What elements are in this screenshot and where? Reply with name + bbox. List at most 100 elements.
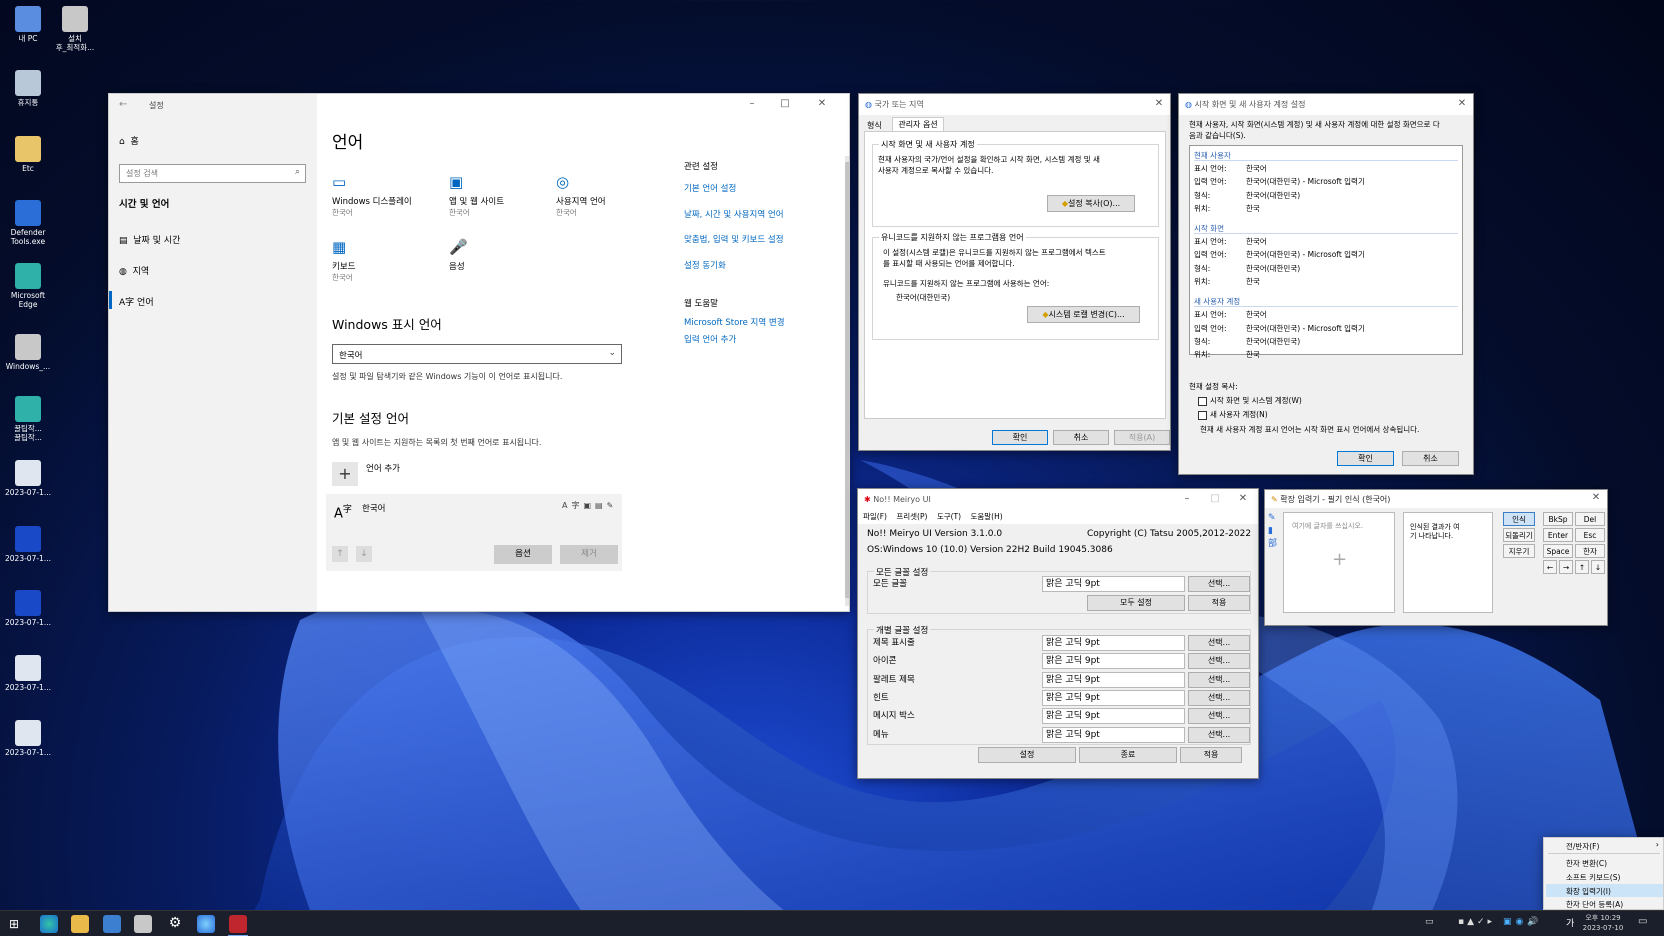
tile-keyboard[interactable]: ▦ 키보드 한국어 xyxy=(332,238,437,283)
remove-button[interactable]: 제거 xyxy=(560,545,618,564)
font-row-select-button[interactable]: 선택... xyxy=(1188,708,1250,725)
arrow-down-key[interactable]: ↓ xyxy=(1591,560,1605,574)
ok-button[interactable]: 확인 xyxy=(1337,451,1394,466)
desktop-icon[interactable]: 2023-07-1... xyxy=(4,720,52,758)
ime-mode-indicator[interactable]: 가 xyxy=(1566,916,1574,929)
space-key[interactable]: Space xyxy=(1543,544,1573,558)
region-app-icon[interactable] xyxy=(197,915,215,933)
hanja-key[interactable]: 한자 xyxy=(1575,544,1605,558)
copy-settings-button[interactable]: ◆설정 복사(O)... xyxy=(1047,195,1135,212)
font-row-select-button[interactable]: 선택... xyxy=(1188,671,1250,688)
backspace-key[interactable]: BkSp xyxy=(1543,512,1573,526)
all-font-field[interactable]: 맑은 고딕 9pt xyxy=(1042,576,1185,592)
radical-icon[interactable]: 部 xyxy=(1268,538,1278,551)
window-app-icon[interactable] xyxy=(103,915,121,933)
font-row-select-button[interactable]: 선택... xyxy=(1188,653,1250,670)
menu-item-soft-keyboard[interactable]: 소프트 키보드(S) xyxy=(1566,872,1620,883)
network-icons[interactable]: ▣◉🔊 xyxy=(1503,917,1543,927)
display-language-dropdown[interactable]: 한국어 ⌄ xyxy=(332,344,622,364)
settings-button[interactable]: 설정 xyxy=(978,747,1076,763)
cancel-button[interactable]: 취소 xyxy=(1053,430,1109,445)
tab-administrative[interactable]: 관리자 옵션 xyxy=(892,117,944,131)
all-font-select-button[interactable]: 선택... xyxy=(1188,576,1250,592)
font-row-select-button[interactable]: 선택... xyxy=(1188,689,1250,706)
desktop-icon[interactable]: 휴지통 xyxy=(4,70,52,108)
menu-item-hanja-convert[interactable]: 한자 변환(C) xyxy=(1566,858,1607,869)
edge-icon[interactable] xyxy=(40,915,58,933)
checkbox-box[interactable] xyxy=(1198,396,1207,406)
clear-button[interactable]: 지우기 xyxy=(1503,544,1535,558)
close-button[interactable]: ✕ xyxy=(1234,492,1252,506)
apply-all-button[interactable]: 적용 xyxy=(1188,595,1250,611)
change-locale-button[interactable]: ◆시스템 로캘 변경(C)... xyxy=(1027,306,1140,323)
clock[interactable]: 오후 10:29 2023-07-10 xyxy=(1578,913,1628,933)
minimize-button[interactable]: – xyxy=(1178,492,1196,506)
checkbox-new-user[interactable]: 새 사용자 계정(N) xyxy=(1198,409,1268,420)
notification-icon[interactable]: ▭ xyxy=(1638,916,1647,927)
file-explorer-icon[interactable] xyxy=(71,915,89,933)
font-row-field[interactable]: 맑은 고딕 9pt xyxy=(1042,635,1185,651)
sidebar-item-region[interactable]: ◍ 지역 xyxy=(119,264,149,277)
maximize-button[interactable]: □ xyxy=(776,97,794,111)
tile-regional-format[interactable]: ◎ 사용지역 언어 한국어 xyxy=(556,173,661,218)
font-row-select-button[interactable]: 선택... xyxy=(1188,726,1250,743)
dictionary-icon[interactable]: ▮ xyxy=(1268,525,1278,538)
tile-apps-websites[interactable]: ▣ 앱 및 웹 사이트 한국어 xyxy=(449,173,554,218)
close-button[interactable]: ✕ xyxy=(1587,491,1605,505)
meiryo-app-icon[interactable] xyxy=(229,915,247,933)
desktop-icon[interactable]: 2023-07-1... xyxy=(4,590,52,628)
close-button[interactable]: ✕ xyxy=(813,97,831,111)
menu-item-hanja-register[interactable]: 한자 단어 등록(A) xyxy=(1566,899,1623,909)
desktop-icon[interactable]: Microsoft Edge xyxy=(4,263,52,309)
exit-button[interactable]: 종료 xyxy=(1079,747,1177,763)
close-button[interactable]: ✕ xyxy=(1150,97,1168,111)
sidebar-home[interactable]: ⌂ 홈 xyxy=(119,134,139,147)
menu-help[interactable]: 도움말(H) xyxy=(970,512,1002,521)
undo-button[interactable]: 되돌리기 xyxy=(1503,528,1535,542)
menu-tools[interactable]: 도구(T) xyxy=(937,512,961,521)
link-spelling-typing-keyboard[interactable]: 맞춤법, 입력 및 키보드 설정 xyxy=(684,228,784,254)
checkbox-box[interactable] xyxy=(1198,410,1207,420)
arrow-left-key[interactable]: ← xyxy=(1543,560,1557,574)
menu-preset[interactable]: 프리셋(P) xyxy=(896,512,927,521)
back-arrow-icon[interactable]: ← xyxy=(119,99,127,110)
menu-item-ime-pad[interactable]: 확장 입력기(I) xyxy=(1566,886,1611,897)
desktop-icon[interactable]: 꿀팁작... 꿀팁작... xyxy=(4,396,52,442)
desktop-icon[interactable]: 2023-07-1... xyxy=(4,460,52,498)
font-row-field[interactable]: 맑은 고딕 9pt xyxy=(1042,708,1185,725)
scrollbar-thumb[interactable] xyxy=(845,162,849,598)
minimize-button[interactable]: – xyxy=(743,97,761,111)
link-date-time-region[interactable]: 날짜, 시간 및 사용지역 언어 xyxy=(684,203,784,229)
arrow-up-key[interactable]: ↑ xyxy=(1575,560,1589,574)
link-add-input-language[interactable]: 입력 언어 추가 xyxy=(684,332,785,349)
tab-formats[interactable]: 형식 xyxy=(867,120,882,131)
tile-windows-display[interactable]: ▭ Windows 디스플레이 한국어 xyxy=(332,173,437,218)
gear-icon[interactable]: ⚙ xyxy=(166,915,184,933)
sidebar-item-date-time[interactable]: ▤ 날짜 및 시간 xyxy=(119,233,180,246)
cancel-button[interactable]: 취소 xyxy=(1402,451,1459,466)
keyboard-tray-icon[interactable]: ▭ xyxy=(1425,917,1434,927)
ok-button[interactable]: 확인 xyxy=(992,430,1048,445)
arrow-right-key[interactable]: → xyxy=(1559,560,1573,574)
link-store-region[interactable]: Microsoft Store 지역 변경 xyxy=(684,315,785,332)
recognize-button[interactable]: 인식 xyxy=(1503,512,1535,526)
tile-speech[interactable]: 🎤 음성 xyxy=(449,238,554,272)
delete-key[interactable]: Del xyxy=(1575,512,1605,526)
apply-button[interactable]: 적용(A) xyxy=(1114,430,1170,445)
add-language-label[interactable]: 언어 추가 xyxy=(366,462,400,474)
recognition-result-box[interactable]: 인식된 결과가 여 기 나타납니다. xyxy=(1403,512,1493,613)
desktop-icon[interactable]: 내 PC xyxy=(4,6,52,44)
tray-icons[interactable]: ▪▲✓▸ xyxy=(1458,917,1495,927)
move-down-icon[interactable]: ↓ xyxy=(356,546,372,562)
checkbox-welcome-screen[interactable]: 시작 화면 및 시스템 계정(W) xyxy=(1198,395,1302,406)
desktop-icon[interactable]: 설치 후_최적화... xyxy=(51,6,99,52)
close-button[interactable]: ✕ xyxy=(1453,97,1471,111)
desktop-icon[interactable]: Windows_... xyxy=(4,334,52,372)
handwriting-pad[interactable]: 여기에 글자를 쓰십시오. + xyxy=(1283,512,1395,613)
link-default-language[interactable]: 기본 언어 설정 xyxy=(684,177,784,203)
set-all-button[interactable]: 모두 설정 xyxy=(1087,595,1185,611)
font-row-field[interactable]: 맑은 고딕 9pt xyxy=(1042,653,1185,670)
pen-mode-icon[interactable]: ✎ xyxy=(1268,512,1278,525)
enter-key[interactable]: Enter xyxy=(1543,528,1573,542)
apply-button[interactable]: 적용 xyxy=(1180,747,1242,763)
